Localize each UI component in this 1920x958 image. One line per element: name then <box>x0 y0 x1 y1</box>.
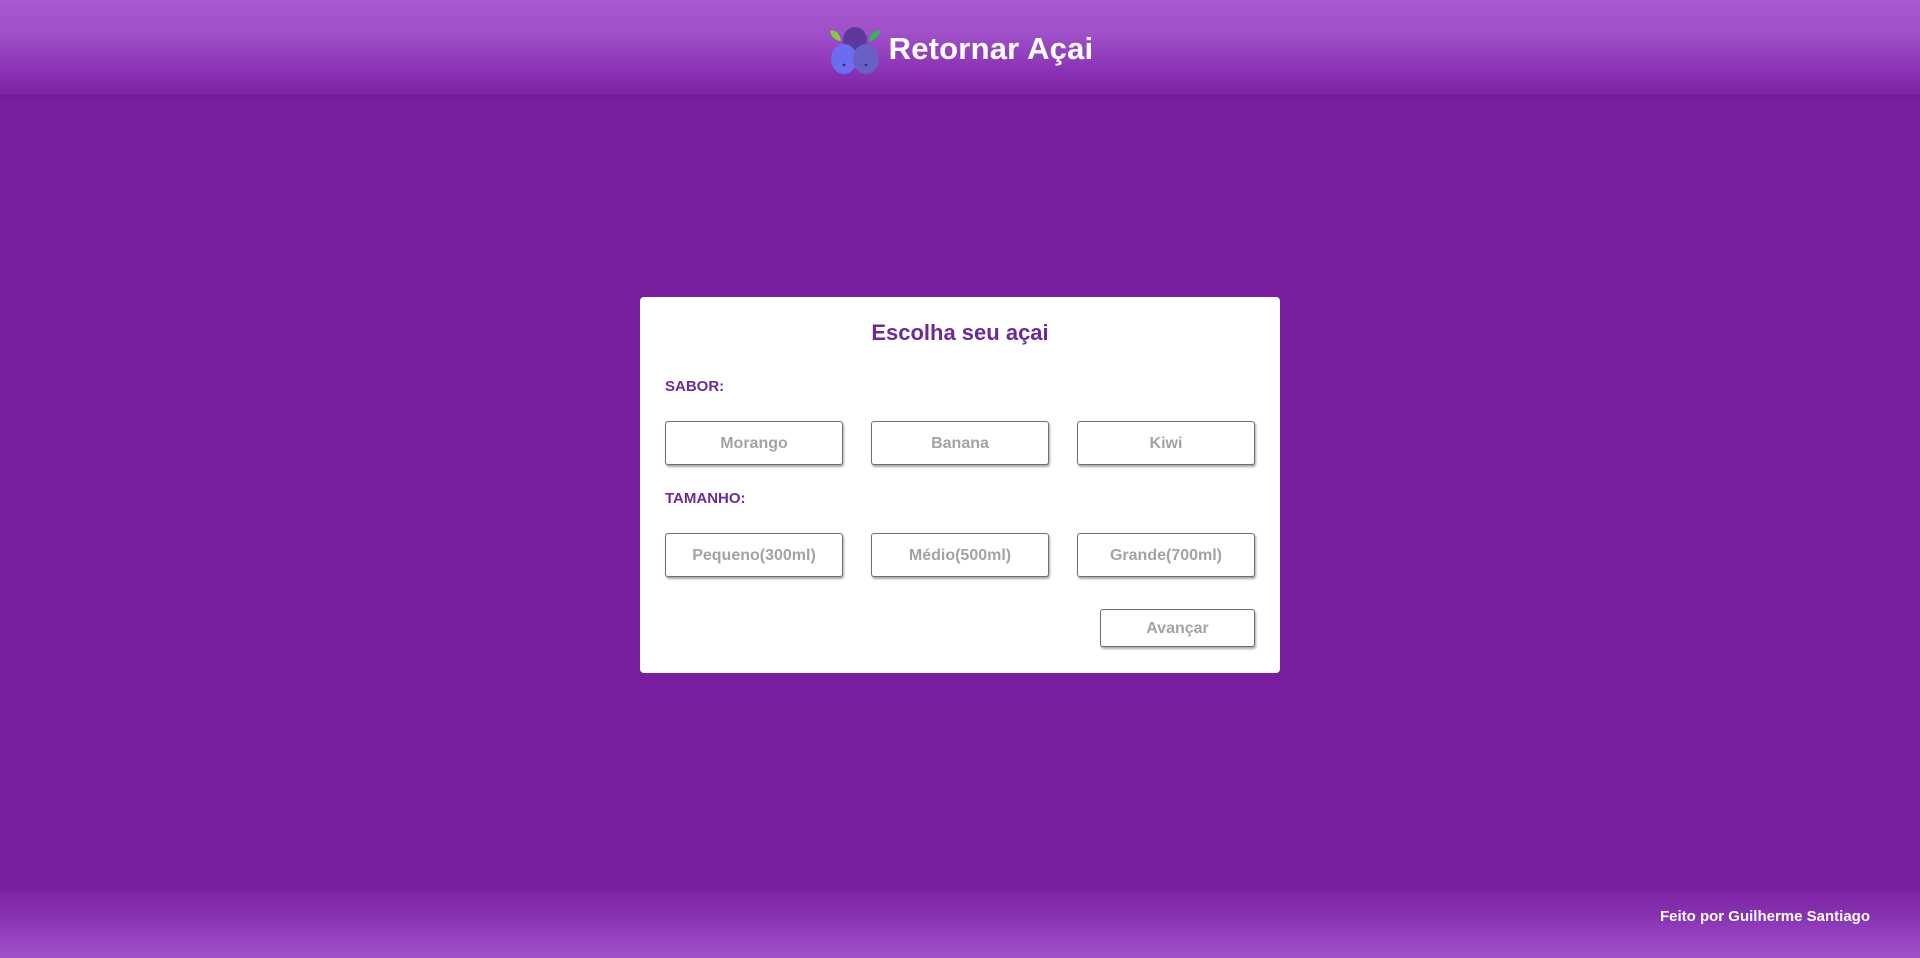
flavor-label: SABOR: <box>665 378 725 395</box>
order-card: Escolha seu açai SABOR: Morango Banana K… <box>640 297 1280 673</box>
top-header: Retornar Açai <box>0 0 1920 95</box>
footer-credit: Feito por Guilherme Santiago <box>1659 908 1870 925</box>
next-button[interactable]: Avançar <box>1100 609 1255 647</box>
acai-berries-icon <box>829 26 880 74</box>
flavor-option-kiwi[interactable]: Kiwi <box>1077 421 1255 465</box>
flavor-option-banana[interactable]: Banana <box>871 421 1049 465</box>
card-title: Escolha seu açai <box>871 320 1049 345</box>
footer: Feito por Guilherme Santiago <box>0 890 1920 958</box>
home-link[interactable]: Retornar Açai <box>827 21 1094 77</box>
size-option-medium[interactable]: Médio(500ml) <box>871 533 1049 577</box>
app-title: Retornar Açai <box>888 30 1094 66</box>
size-option-large[interactable]: Grande(700ml) <box>1077 533 1255 577</box>
flavor-option-morango[interactable]: Morango <box>665 421 843 465</box>
size-label: TAMANHO: <box>665 490 746 507</box>
size-option-small[interactable]: Pequeno(300ml) <box>665 533 843 577</box>
